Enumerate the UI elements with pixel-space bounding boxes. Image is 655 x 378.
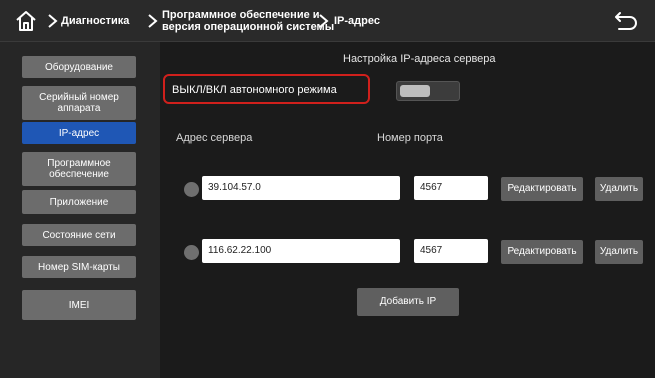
sidebar-item-label: Приложение [49, 196, 109, 208]
breadcrumb-software-line2: версия операционной системы [162, 21, 335, 33]
ip-field-2[interactable]: 116.62.22.100 [202, 239, 400, 263]
sidebar-item-label: IP-адрес [58, 127, 100, 139]
edit-button-2[interactable]: Редактировать [501, 240, 583, 264]
port-field-1[interactable]: 4567 [414, 176, 488, 200]
sidebar-item-label-line2: аппарата [57, 103, 101, 114]
delete-button-1[interactable]: Удалить [595, 177, 643, 201]
sidebar-item-application[interactable]: Приложение [22, 190, 136, 214]
sidebar-item-label: Оборудование [44, 61, 113, 73]
offline-mode-toggle[interactable] [396, 81, 460, 101]
sidebar-item-hardware[interactable]: Оборудование [22, 56, 136, 78]
offline-mode-label: ВЫКЛ/ВКЛ автономного режима [172, 84, 337, 96]
sidebar-item-imei[interactable]: IMEI [22, 290, 136, 320]
breadcrumb-ip-address: IP-адрес [334, 15, 380, 27]
ip-field-1[interactable]: 39.104.57.0 [202, 176, 400, 200]
home-icon[interactable] [14, 9, 38, 33]
port-field-2[interactable]: 4567 [414, 239, 488, 263]
delete-button-2[interactable]: Удалить [595, 240, 643, 264]
breadcrumb-software-line1: Программное обеспечение и [162, 9, 320, 21]
breadcrumb-software[interactable]: Программное обеспечение и версия операци… [162, 9, 334, 33]
sidebar-item-network-status[interactable]: Состояние сети [22, 224, 136, 246]
chevron-right-icon [48, 14, 58, 28]
add-ip-button[interactable]: Добавить IP [357, 288, 459, 316]
sidebar-item-label: IMEI [68, 299, 90, 311]
top-bar: Диагностика Программное обеспечение и ве… [0, 0, 655, 42]
sidebar-item-label-line2: обеспечение [49, 169, 109, 180]
sidebar-item-ip-address[interactable]: IP-адрес [22, 122, 136, 144]
server-address-label: Адрес сервера [176, 132, 253, 144]
server-radio-2[interactable] [184, 245, 199, 260]
edit-button-1[interactable]: Редактировать [501, 177, 583, 201]
chevron-right-icon [148, 14, 158, 28]
main-panel: Настройка IP-адреса сервера ВЫКЛ/ВКЛ авт… [160, 42, 655, 378]
sidebar-item-sim-number[interactable]: Номер SIM-карты [22, 256, 136, 278]
sidebar: Оборудование Серийный номер аппарата IP-… [0, 42, 160, 378]
chevron-right-icon [319, 14, 329, 28]
sidebar-item-label-line1: Программное [47, 158, 111, 169]
sidebar-item-label: Номер SIM-карты [38, 261, 120, 273]
sidebar-item-serial-number[interactable]: Серийный номер аппарата [22, 86, 136, 120]
sidebar-item-label-line1: Серийный номер [39, 92, 119, 103]
page-title: Настройка IP-адреса сервера [343, 53, 496, 65]
sidebar-item-software[interactable]: Программное обеспечение [22, 152, 136, 186]
back-icon[interactable] [613, 9, 639, 33]
server-radio-1[interactable] [184, 182, 199, 197]
breadcrumb-diagnostics[interactable]: Диагностика [61, 15, 129, 27]
port-label: Номер порта [377, 132, 443, 144]
sidebar-item-label: Состояние сети [42, 229, 116, 241]
toggle-knob [400, 85, 430, 97]
